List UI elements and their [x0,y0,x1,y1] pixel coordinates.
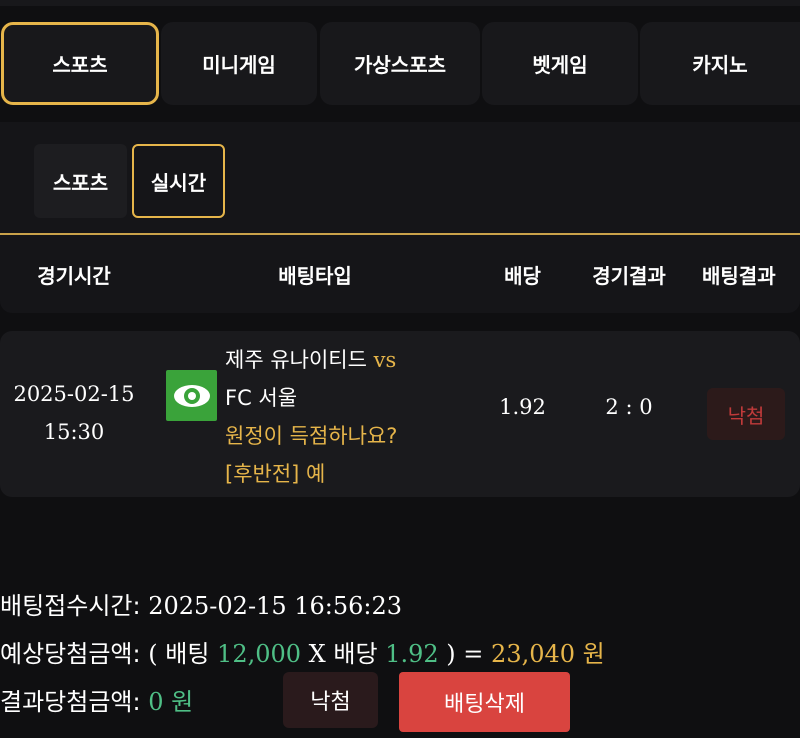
receipt-label: 배팅접수시간: [0,592,141,620]
tab-betgame[interactable]: 벳게임 [482,22,638,105]
table-header: 경기시간 배팅타입 배당 경기결과 배팅결과 [0,235,800,313]
tab-casino[interactable]: 카지노 [640,22,800,105]
header-odds: 배당 [504,263,541,288]
bet-amount: 12,000 [217,640,302,668]
close-equals: ) = [446,640,484,668]
eye-icon[interactable] [166,370,217,421]
team-away: FC 서울 [225,386,298,410]
bet-selection: [후반전] 예 [225,462,326,486]
summary-odds: 1.92 [385,640,439,668]
header-bet-result: 배팅결과 [702,263,776,288]
odds-value: 1.92 [499,395,546,419]
subtab-sports[interactable]: 스포츠 [34,144,127,218]
header-match-time: 경기시간 [37,263,111,288]
tab-minigame[interactable]: 미니게임 [161,22,317,105]
vs-label: vs [373,348,397,372]
expected-amount: 23,040 [491,640,576,668]
team-home: 제주 유나이티드 [225,348,367,372]
delete-bet-button[interactable]: 배팅삭제 [399,672,570,732]
match-time: 2025-02-15 15:30 [0,375,148,451]
tab-sports[interactable]: 스포츠 [1,22,159,105]
tab-virtual-sports[interactable]: 가상스포츠 [320,22,480,105]
expected-win-line: 예상당첨금액: ( 배팅 12,000 X 배당 1.92 ) = 23,040… [0,634,605,669]
result-win-line: 결과당첨금액: 0 원 [0,682,193,717]
bet-result-badge: 낙첨 [707,388,785,440]
expected-currency: 원 [582,640,605,668]
expected-label: 예상당첨금액: [0,640,141,668]
match-clock: 15:30 [43,420,105,444]
top-strip [0,0,800,6]
lose-status-button[interactable]: 낙첨 [283,672,378,728]
result-amount: 0 [148,688,164,716]
bet-question: 원정이 득점하나요? [225,424,398,448]
header-bet-type: 배팅타입 [278,263,352,288]
odds-word: 배당 [333,640,378,668]
main-tabs: 스포츠 미니게임 가상스포츠 벳게임 카지노 [0,22,800,106]
result-label: 결과당첨금액: [0,688,141,716]
bet-word: 배팅 [165,640,210,668]
subtab-live[interactable]: 실시간 [132,144,225,218]
header-match-result: 경기결과 [592,263,666,288]
table-row: 2025-02-15 15:30 제주 유나이티드 vs FC 서울 원정이 득… [0,331,800,497]
open-paren: ( [148,640,158,668]
result-currency: 원 [171,688,194,716]
receipt-time: 2025-02-15 16:56:23 [148,592,403,620]
bet-type-text: 제주 유나이티드 vs FC 서울 원정이 득점하나요? [후반전] 예 [225,341,445,493]
match-date: 2025-02-15 [13,382,135,406]
match-score: 2 : 0 [605,395,653,419]
times-sign: X [308,640,326,668]
sub-tab-panel: 스포츠 실시간 [0,122,800,234]
receipt-time-line: 배팅접수시간: 2025-02-15 16:56:23 [0,586,402,621]
